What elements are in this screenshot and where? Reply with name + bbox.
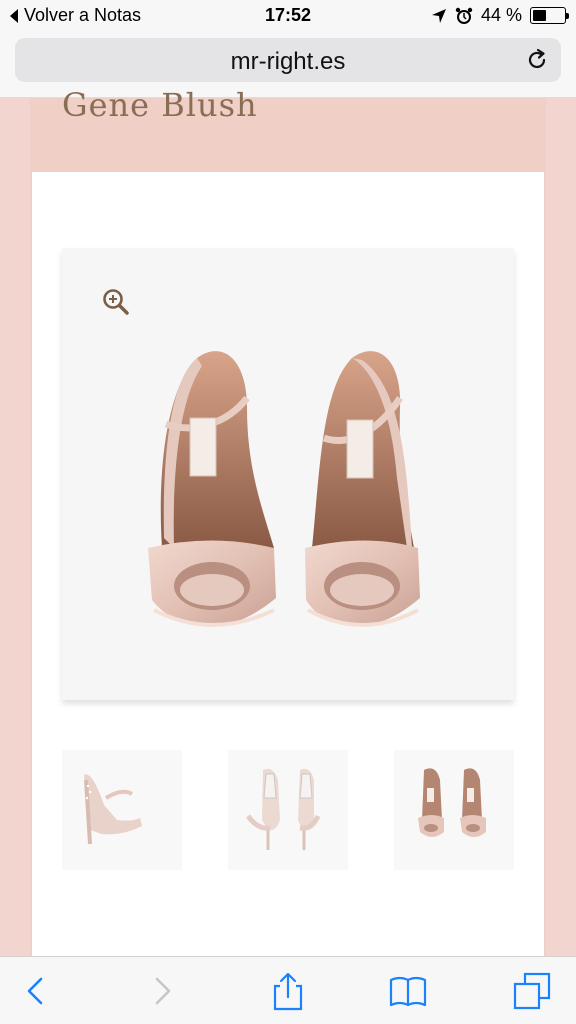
shoe-back-thumbnail bbox=[245, 768, 321, 850]
thumbnail-strip bbox=[62, 750, 514, 870]
product-gallery-card bbox=[32, 172, 544, 956]
shoe-front-thumbnail bbox=[418, 768, 486, 837]
main-product-image[interactable] bbox=[62, 248, 514, 700]
thumbnail-side[interactable] bbox=[62, 750, 182, 870]
reload-icon[interactable] bbox=[525, 48, 549, 72]
book-icon[interactable] bbox=[388, 971, 428, 1011]
product-title: Gene Blush bbox=[62, 86, 258, 124]
thumbnail-front[interactable] bbox=[394, 750, 514, 870]
web-page: Gene Blush bbox=[0, 86, 576, 956]
thumbnail-back[interactable] bbox=[228, 750, 348, 870]
location-icon bbox=[431, 8, 446, 23]
shoes-front-illustration bbox=[148, 351, 420, 627]
battery-icon bbox=[530, 7, 569, 24]
shoe-side-thumbnail bbox=[84, 774, 142, 845]
product-panel: Gene Blush bbox=[30, 86, 546, 956]
right-shoe bbox=[305, 351, 420, 627]
browser-toolbar bbox=[0, 956, 576, 1024]
status-bar: Volver a Notas 17:52 44 % bbox=[0, 0, 576, 32]
title-strip: Gene Blush bbox=[30, 86, 546, 172]
status-indicators: 44 % bbox=[431, 5, 569, 26]
alarm-icon bbox=[455, 7, 473, 24]
url-text: mr-right.es bbox=[230, 48, 346, 75]
share-icon[interactable] bbox=[268, 971, 308, 1011]
chevron-right-icon[interactable] bbox=[142, 971, 182, 1011]
tabs-icon[interactable] bbox=[512, 971, 552, 1011]
address-bar[interactable]: mr-right.es bbox=[15, 38, 561, 82]
chevron-left-icon[interactable] bbox=[16, 971, 56, 1011]
battery-percent: 44 % bbox=[480, 5, 522, 25]
left-shoe bbox=[148, 351, 276, 627]
battery-fill bbox=[533, 10, 547, 21]
